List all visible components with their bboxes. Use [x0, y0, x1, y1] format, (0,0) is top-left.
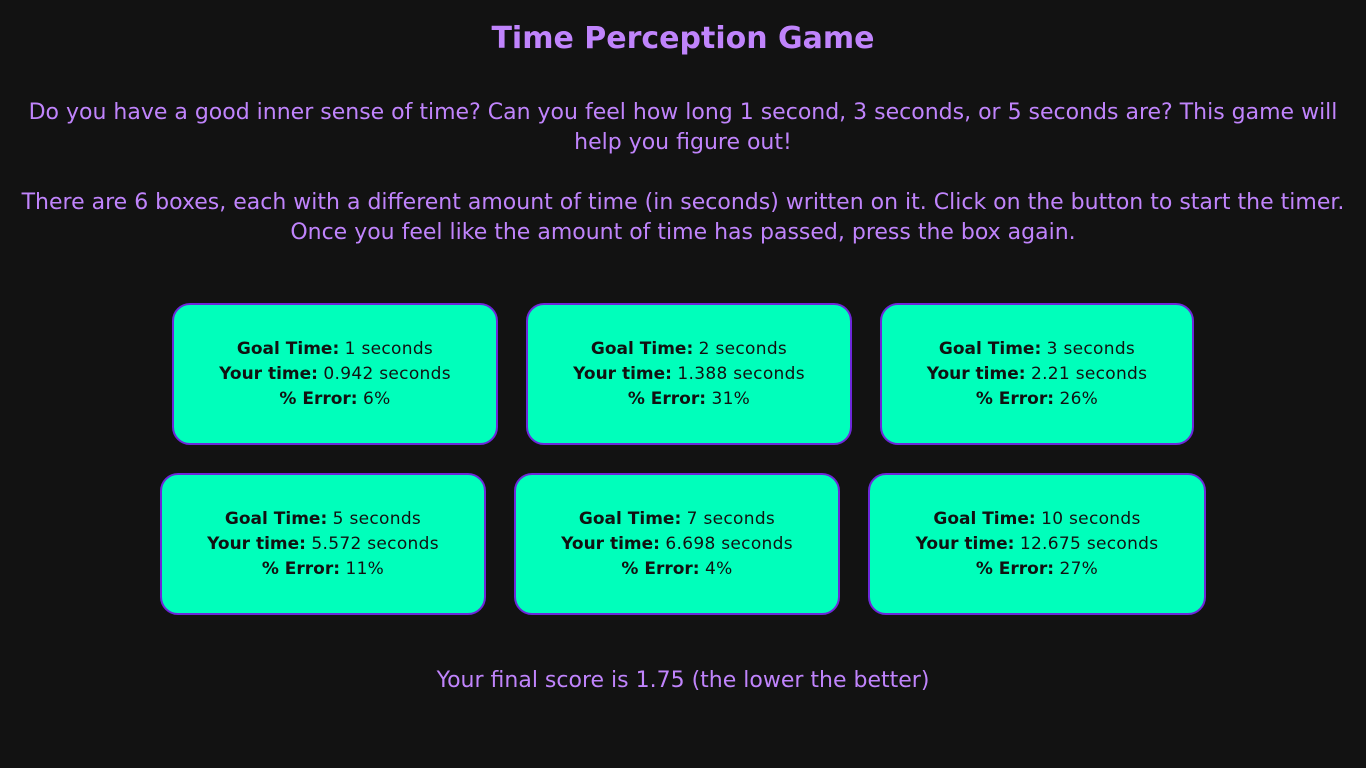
goal-time-label: Goal Time: [224, 508, 328, 529]
your-time-label: Your time: [207, 533, 306, 554]
timer-box-3[interactable]: Goal Time: 3 seconds Your time: 2.21 sec… [880, 303, 1194, 445]
goal-time-label: Goal Time: [236, 338, 340, 359]
error-value: 4% [705, 558, 733, 579]
goal-time-label: Goal Time: [578, 508, 682, 529]
your-time-value: 1.388 seconds [677, 363, 805, 384]
goal-time-value: 3 seconds [1046, 338, 1136, 359]
timer-box-5[interactable]: Goal Time: 7 seconds Your time: 6.698 se… [514, 473, 840, 615]
error-line: % Error: 31% [628, 387, 750, 412]
error-line: % Error: 11% [262, 557, 384, 582]
error-line: % Error: 27% [976, 557, 1098, 582]
goal-time-value: 5 seconds [332, 508, 422, 529]
your-time-value: 2.21 seconds [1030, 363, 1148, 384]
final-score: Your final score is 1.75 (the lower the … [436, 668, 930, 693]
intro-paragraph-1: Do you have a good inner sense of time? … [28, 100, 1338, 155]
goal-time-line: Goal Time: 5 seconds [225, 507, 421, 532]
error-label: % Error: [627, 388, 707, 409]
error-value: 31% [711, 388, 751, 409]
your-time-value: 5.572 seconds [311, 533, 439, 554]
error-line: % Error: 4% [621, 557, 732, 582]
goal-time-line: Goal Time: 7 seconds [579, 507, 775, 532]
your-time-label: Your time: [915, 533, 1015, 554]
goal-time-line: Goal Time: 3 seconds [939, 337, 1135, 362]
your-time-line: Your time: 6.698 seconds [561, 532, 793, 557]
goal-time-line: Goal Time: 10 seconds [933, 507, 1140, 532]
goal-time-label: Goal Time: [938, 338, 1042, 359]
goal-time-value: 1 seconds [344, 338, 434, 359]
timer-box-row-1: Goal Time: 1 seconds Your time: 0.942 se… [0, 303, 1366, 445]
error-label: % Error: [975, 558, 1055, 579]
timer-box-1[interactable]: Goal Time: 1 seconds Your time: 0.942 se… [172, 303, 498, 445]
your-time-label: Your time: [219, 363, 318, 384]
intro-paragraph-2: There are 6 boxes, each with a different… [21, 190, 1345, 245]
your-time-line: Your time: 2.21 seconds [927, 362, 1148, 387]
error-value: 11% [345, 558, 385, 579]
your-time-label: Your time: [926, 363, 1026, 384]
goal-time-value: 7 seconds [686, 508, 776, 529]
your-time-value: 6.698 seconds [665, 533, 793, 554]
your-time-label: Your time: [573, 363, 672, 384]
goal-time-line: Goal Time: 2 seconds [591, 337, 787, 362]
error-label: % Error: [279, 388, 358, 409]
error-label: % Error: [975, 388, 1055, 409]
timer-box-2[interactable]: Goal Time: 2 seconds Your time: 1.388 se… [526, 303, 852, 445]
your-time-line: Your time: 0.942 seconds [219, 362, 451, 387]
error-value: 27% [1059, 558, 1099, 579]
goal-time-label: Goal Time: [590, 338, 694, 359]
your-time-line: Your time: 12.675 seconds [916, 532, 1159, 557]
your-time-label: Your time: [561, 533, 660, 554]
your-time-line: Your time: 5.572 seconds [207, 532, 439, 557]
your-time-line: Your time: 1.388 seconds [573, 362, 805, 387]
your-time-value: 12.675 seconds [1019, 533, 1159, 554]
error-value: 6% [363, 388, 391, 409]
timer-box-row-2: Goal Time: 5 seconds Your time: 5.572 se… [0, 473, 1366, 615]
goal-time-label: Goal Time: [933, 508, 1036, 529]
goal-time-line: Goal Time: 1 seconds [237, 337, 433, 362]
error-line: % Error: 26% [976, 387, 1098, 412]
error-label: % Error: [621, 558, 700, 579]
your-time-value: 0.942 seconds [323, 363, 451, 384]
timer-box-4[interactable]: Goal Time: 5 seconds Your time: 5.572 se… [160, 473, 486, 615]
error-value: 26% [1059, 388, 1099, 409]
error-label: % Error: [261, 558, 341, 579]
goal-time-value: 10 seconds [1041, 508, 1141, 529]
page-title: Time Perception Game [491, 21, 875, 56]
error-line: % Error: 6% [279, 387, 390, 412]
goal-time-value: 2 seconds [698, 338, 788, 359]
timer-box-6[interactable]: Goal Time: 10 seconds Your time: 12.675 … [868, 473, 1206, 615]
